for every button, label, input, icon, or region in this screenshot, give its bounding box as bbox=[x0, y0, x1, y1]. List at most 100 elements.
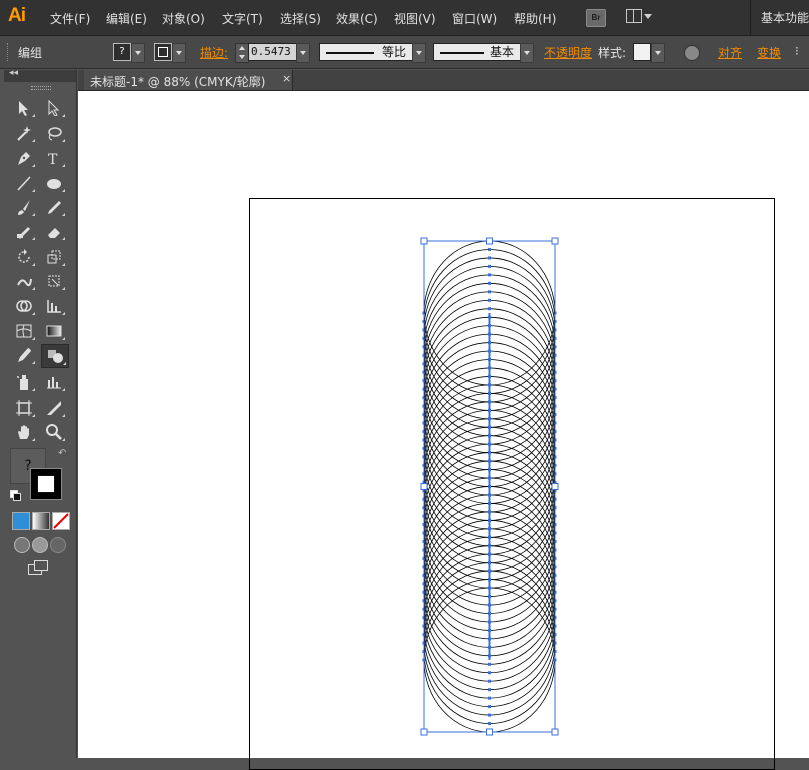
bounding-box-handle[interactable] bbox=[551, 483, 559, 490]
blob-brush-tool-button[interactable] bbox=[11, 220, 37, 242]
hand-tool-button[interactable] bbox=[11, 421, 37, 443]
menu-item[interactable]: 窗口(W) bbox=[452, 10, 497, 27]
anchor-point[interactable] bbox=[488, 247, 491, 251]
graphic-style-swatch[interactable] bbox=[633, 43, 651, 61]
anchor-point[interactable] bbox=[488, 273, 491, 277]
anchor-point[interactable] bbox=[488, 696, 491, 700]
menu-item[interactable]: 文字(T) bbox=[222, 10, 263, 27]
draw-normal-icon[interactable] bbox=[14, 537, 30, 553]
mesh-tool-button[interactable] bbox=[11, 320, 37, 342]
line-tool-button[interactable] bbox=[11, 172, 37, 194]
bounding-box-handle[interactable] bbox=[551, 237, 559, 245]
menu-item[interactable]: 选择(S) bbox=[280, 10, 321, 27]
bounding-box-handle[interactable] bbox=[551, 728, 559, 736]
fill-dropdown[interactable] bbox=[131, 43, 145, 63]
rotate-tool-button[interactable] bbox=[11, 246, 37, 268]
bounding-box-handle[interactable] bbox=[420, 237, 428, 245]
type-tool-button[interactable]: T bbox=[41, 147, 67, 169]
eraser-tool-button[interactable] bbox=[41, 220, 67, 242]
gradient-mode-icon[interactable] bbox=[32, 512, 50, 530]
recolor-artwork-icon[interactable] bbox=[684, 45, 700, 61]
collapse-icon[interactable]: ◂◂ bbox=[9, 68, 18, 78]
bounding-box-handle[interactable] bbox=[420, 483, 428, 490]
warp-tool-button[interactable] bbox=[11, 270, 37, 292]
ellipse-tool-button[interactable] bbox=[41, 172, 67, 194]
document-tab[interactable]: 未标题-1* @ 88% (CMYK/轮廓) × bbox=[84, 70, 293, 90]
symbol-sprayer-tool-button[interactable] bbox=[11, 371, 37, 393]
direct-selection-tool-button[interactable] bbox=[41, 97, 67, 119]
slice-tool-button[interactable] bbox=[41, 397, 67, 419]
menu-item[interactable]: 效果(C) bbox=[336, 10, 378, 27]
bounding-box-handle[interactable] bbox=[486, 237, 493, 245]
menu-item[interactable]: 视图(V) bbox=[394, 10, 436, 27]
anchor-point[interactable] bbox=[488, 671, 491, 675]
draw-behind-icon[interactable] bbox=[32, 537, 48, 553]
variable-width-profile[interactable]: 等比 bbox=[319, 43, 413, 61]
fill-swatch[interactable]: ? bbox=[113, 43, 131, 61]
profile-dropdown[interactable] bbox=[412, 43, 426, 63]
stroke-weight-stepper[interactable] bbox=[235, 43, 249, 63]
bridge-button[interactable]: Br bbox=[586, 9, 606, 27]
anchor-point[interactable] bbox=[488, 307, 491, 311]
pencil-tool-button[interactable] bbox=[41, 196, 67, 218]
lasso-tool-button[interactable] bbox=[41, 122, 67, 144]
stroke-color-box[interactable] bbox=[30, 468, 62, 500]
stroke-swatch[interactable] bbox=[154, 43, 172, 61]
color-mode-icon[interactable] bbox=[12, 512, 30, 530]
stroke-dropdown[interactable] bbox=[172, 43, 186, 63]
anchor-point[interactable] bbox=[488, 281, 491, 285]
menu-item[interactable]: 帮助(H) bbox=[514, 10, 556, 27]
graph-tool-button[interactable] bbox=[41, 295, 67, 317]
graphic-style-dropdown[interactable] bbox=[651, 43, 665, 63]
none-mode-icon[interactable] bbox=[52, 512, 70, 530]
anchor-point[interactable] bbox=[488, 705, 491, 709]
arrange-documents-button[interactable] bbox=[626, 9, 652, 25]
panel-grip[interactable] bbox=[7, 43, 11, 61]
tools-panel-header[interactable]: ◂◂ bbox=[4, 68, 76, 82]
eyedropper-tool-button[interactable] bbox=[11, 344, 37, 366]
screen-mode-icon[interactable] bbox=[28, 560, 48, 576]
anchor-point[interactable] bbox=[488, 264, 491, 268]
anchor-point[interactable] bbox=[488, 298, 491, 302]
free-transform-tool-button[interactable] bbox=[41, 270, 67, 292]
menu-item[interactable]: 文件(F) bbox=[50, 10, 90, 27]
tools-panel-grip[interactable] bbox=[31, 86, 51, 90]
close-icon[interactable]: × bbox=[282, 72, 291, 85]
bounding-box-handle[interactable] bbox=[420, 728, 428, 736]
anchor-point[interactable] bbox=[488, 662, 491, 666]
draw-inside-icon[interactable] bbox=[50, 537, 66, 553]
anchor-point[interactable] bbox=[488, 688, 491, 692]
column-graph-tool-button[interactable] bbox=[41, 371, 67, 393]
anchor-point[interactable] bbox=[488, 722, 491, 726]
blend-artwork[interactable] bbox=[78, 91, 809, 758]
anchor-point[interactable] bbox=[488, 256, 491, 260]
opacity-panel-link[interactable]: 不透明度 bbox=[544, 44, 592, 61]
blend-tool-button[interactable] bbox=[41, 344, 69, 368]
bounding-box-handle[interactable] bbox=[486, 728, 493, 736]
brush-definition[interactable]: 基本 bbox=[433, 43, 521, 61]
workspace-switcher[interactable]: 基本功能 bbox=[750, 0, 809, 35]
artboard-tool-button[interactable] bbox=[11, 397, 37, 419]
menu-item[interactable]: 编辑(E) bbox=[106, 10, 147, 27]
scale-tool-button[interactable] bbox=[41, 246, 67, 268]
transform-panel-link[interactable]: 变换 bbox=[757, 44, 781, 61]
gradient-tool-button[interactable] bbox=[41, 320, 67, 342]
align-panel-link[interactable]: 对齐 bbox=[718, 44, 742, 61]
stroke-weight-dropdown[interactable] bbox=[296, 43, 310, 63]
canvas[interactable] bbox=[78, 91, 809, 770]
shape-builder-tool-button[interactable] bbox=[11, 295, 37, 317]
overflow-icon[interactable]: ⁝ bbox=[795, 44, 799, 58]
swap-fill-stroke-icon[interactable]: ↶ bbox=[58, 448, 66, 459]
pen-tool-button[interactable] bbox=[11, 147, 37, 169]
stroke-panel-link[interactable]: 描边: bbox=[200, 44, 228, 61]
selection-tool-button[interactable] bbox=[11, 97, 37, 119]
paintbrush-tool-button[interactable] bbox=[11, 196, 37, 218]
brush-dropdown[interactable] bbox=[520, 43, 534, 63]
anchor-point[interactable] bbox=[488, 290, 491, 294]
menu-item[interactable]: 对象(O) bbox=[162, 10, 205, 27]
default-colors-icon[interactable] bbox=[10, 490, 21, 501]
magic-wand-tool-button[interactable] bbox=[11, 122, 37, 144]
anchor-point[interactable] bbox=[488, 713, 491, 717]
zoom-tool-button[interactable] bbox=[41, 421, 67, 443]
anchor-point[interactable] bbox=[488, 679, 491, 683]
